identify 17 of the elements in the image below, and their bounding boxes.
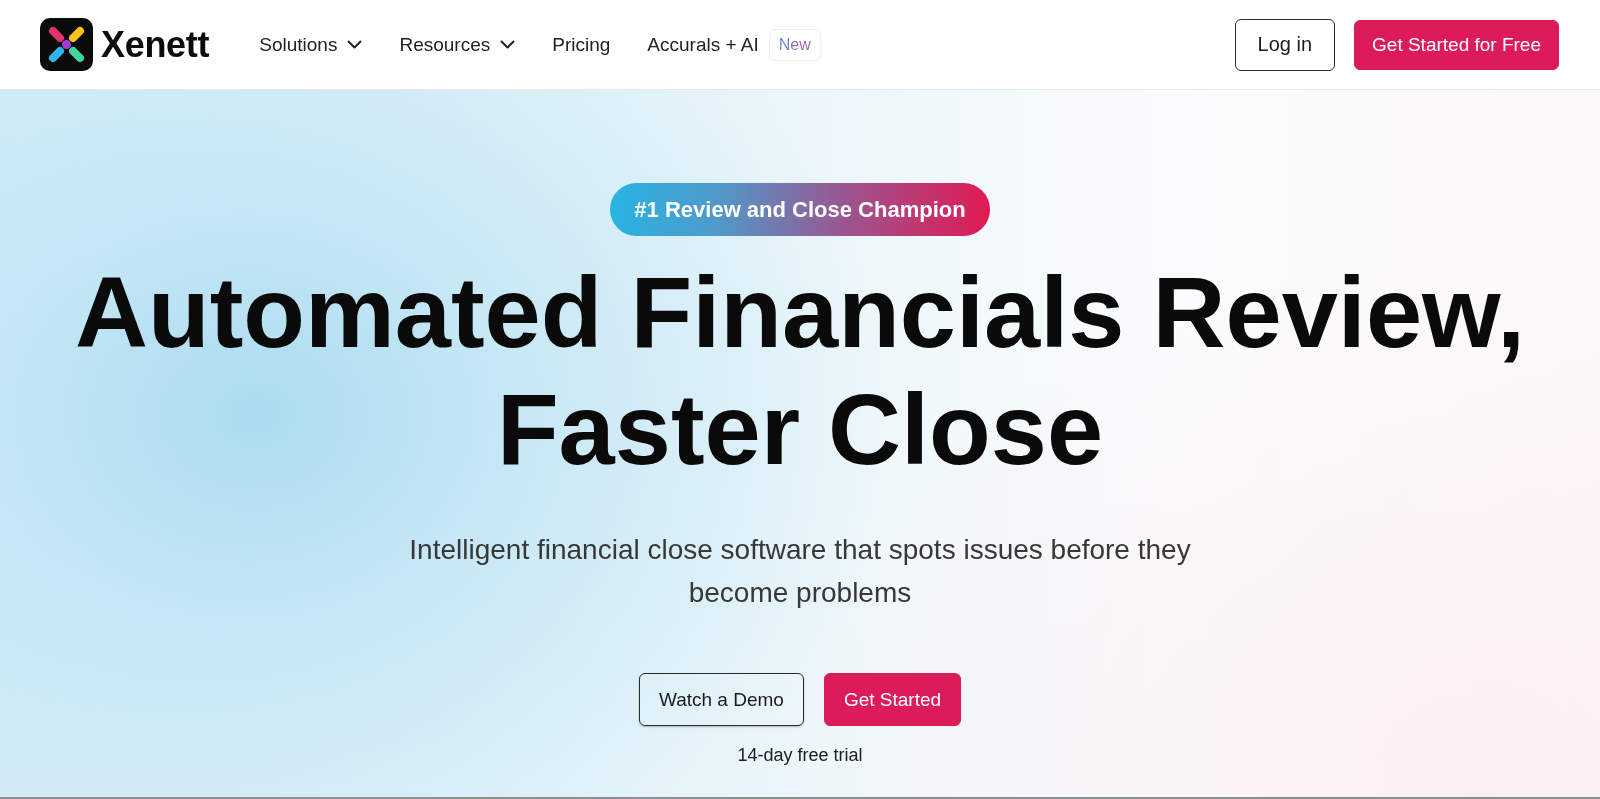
nav-link[interactable]: Accurals + AI: [647, 33, 759, 56]
caret-icon: [500, 40, 516, 49]
header-button[interactable]: Log in: [1234, 18, 1336, 71]
header-button[interactable]: Get Started for Free: [1354, 19, 1559, 70]
cta-button[interactable]: Watch a Demo: [638, 673, 804, 726]
hero-heading: Automated Financials Review, Faster Close: [74, 255, 1526, 487]
trial-note: 14-day free trial: [737, 744, 863, 767]
nav-link[interactable]: Solutions: [259, 33, 363, 56]
award-badge: #1 Review and Close Champion: [610, 183, 990, 236]
nav-link[interactable]: Resources: [399, 33, 516, 56]
cta-button[interactable]: Get Started: [823, 673, 962, 726]
logo-icon[interactable]: [40, 18, 93, 71]
hero-subtitle: Intelligent financial close software that spots issues before they become problems: [408, 533, 1192, 610]
new-badge: New: [768, 28, 821, 61]
logo-text[interactable]: Xenett: [101, 26, 210, 63]
nav-link[interactable]: Pricing: [552, 33, 611, 56]
caret-icon: [347, 40, 363, 49]
